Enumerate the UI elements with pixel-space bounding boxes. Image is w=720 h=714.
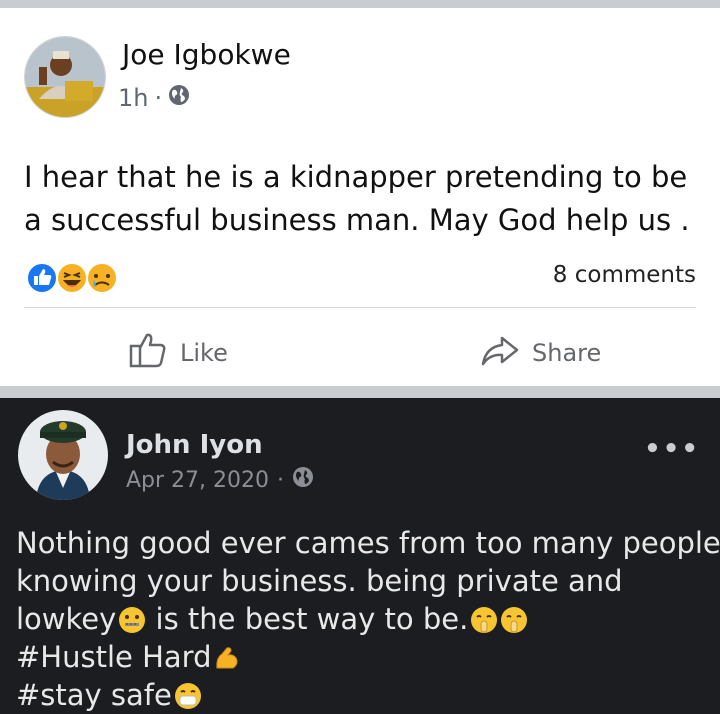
post-text: Nothing good ever cames from too many pe… [16, 524, 720, 714]
post-text-line: lowkey is the best way to be. [16, 600, 706, 638]
divider [24, 307, 696, 308]
author-name[interactable]: Joe Igbokwe [122, 38, 291, 71]
post-text-line: Nothing good ever cames from too many pe… [16, 526, 720, 560]
shushing-face-emoji-icon [471, 607, 498, 633]
post-time[interactable]: 1h [118, 84, 148, 112]
flexed-biceps-emoji-icon [216, 647, 238, 669]
reactions-summary[interactable] [24, 260, 120, 296]
avatar[interactable] [18, 410, 108, 500]
share-arrow-icon [480, 330, 520, 376]
comments-count[interactable]: 8 comments [553, 262, 696, 288]
post-meta: Apr 27, 2020 · [126, 466, 314, 494]
globe-icon [292, 466, 314, 494]
post-john-iyon: John Iyon Apr 27, 2020 · ••• Nothing goo… [0, 398, 720, 714]
post-meta: 1h · [118, 84, 190, 112]
post-text-line: knowing your business. being private and [16, 564, 623, 598]
lowkey-text: lowkey [16, 602, 117, 636]
post-time[interactable]: Apr 27, 2020 [126, 468, 269, 493]
medical-mask-emoji-icon [174, 683, 201, 709]
zipper-mouth-emoji-icon [119, 607, 146, 633]
share-button[interactable]: Share [480, 330, 601, 376]
post-separator [0, 386, 720, 398]
meta-separator: · [154, 84, 163, 112]
like-reaction-icon [26, 262, 58, 294]
author-name[interactable]: John Iyon [126, 430, 263, 460]
haha-reaction-icon [56, 262, 88, 294]
top-separator [0, 0, 720, 8]
post-text: I hear that he is a kidnapper pretending… [24, 160, 690, 237]
globe-icon [168, 84, 190, 112]
shushing-face-emoji-icon [501, 607, 528, 633]
post-joe-igbokwe: Joe Igbokwe 1h · I hear that he is a kid… [0, 8, 720, 386]
like-button[interactable]: Like [128, 330, 228, 376]
more-options-icon[interactable]: ••• [644, 434, 700, 464]
hashtag-stay-safe[interactable]: #stay safe [16, 678, 172, 712]
like-label: Like [180, 339, 228, 367]
share-label: Share [532, 339, 602, 367]
avatar[interactable] [24, 36, 106, 118]
thumbs-up-icon [128, 330, 168, 376]
sad-reaction-icon [86, 262, 118, 294]
hashtag-hustle-hard[interactable]: #Hustle Hard [16, 640, 211, 674]
best-way-text: is the best way to be. [155, 602, 469, 636]
post-text-line: #stay safe [16, 676, 706, 714]
post-text-line: #Hustle Hard [16, 638, 706, 676]
meta-separator: · [277, 467, 285, 493]
